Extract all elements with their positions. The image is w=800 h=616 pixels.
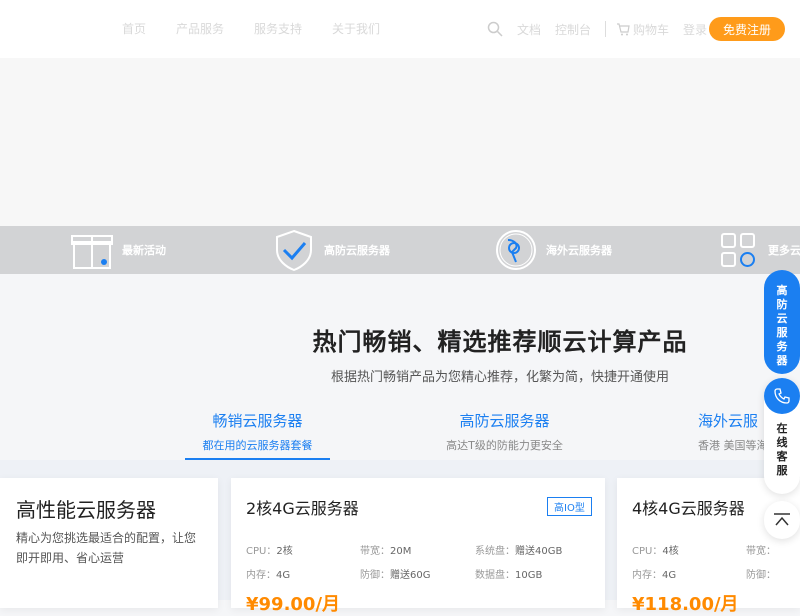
nav-home[interactable]: 首页 [122, 20, 146, 37]
hero-banner [0, 58, 800, 226]
phone-icon-wrap [764, 378, 800, 414]
tab-bestseller[interactable]: 畅销云服务器 都在用的云服务器套餐 [185, 410, 330, 460]
top-header: 首页 产品服务 服务支持 关于我们 文档 控制台 购物车 登录 免费注册 [0, 0, 800, 58]
card-title: 2核4G云服务器 [246, 499, 359, 518]
intro-card: 高性能云服务器 精心为您挑选最适合的配置，让您即开即用、省心运营 [0, 478, 218, 608]
main-nav: 首页 产品服务 服务支持 关于我们 [122, 20, 410, 37]
nav-support[interactable]: 服务支持 [254, 20, 302, 37]
header-divider [605, 21, 607, 37]
header-actions: 文档 控制台 购物车 登录 [487, 18, 707, 40]
quicknav-ddos-server[interactable]: 高防云服务器 [272, 226, 390, 274]
side-service-label: 在线客服 [776, 422, 788, 477]
product-card[interactable]: 2核4G云服务器 高IO型 CPU：2核 带宽：20M 系统盘：赠送40GB 内… [231, 478, 605, 615]
gift-icon [71, 235, 113, 269]
spec-bandwidth: 带宽：20M [360, 546, 412, 557]
side-ddos-server[interactable]: 高防云服务器 [764, 270, 800, 374]
spec-memory: 内存：4G [246, 570, 291, 581]
intro-title: 高性能云服务器 [16, 498, 156, 522]
spec-cpu: CPU：4核 [632, 546, 679, 557]
product-card[interactable]: 4核4G云服务器 CPU：4核 带宽： 内存：4G 防御： ¥118.00/月 [617, 478, 800, 615]
tab-ddos[interactable]: 高防云服务器 高达T级的防能力更安全 [432, 410, 577, 460]
spec-bandwidth: 带宽： [746, 546, 776, 557]
side-float-label: 高防云服务器 [776, 284, 788, 367]
spec-defense: 防御：赠送60G [360, 570, 431, 581]
grid-icon [721, 233, 755, 267]
spec-data-disk: 数据盘：10GB [475, 570, 543, 581]
quicknav-overseas-server[interactable]: 海外云服务器 [494, 226, 612, 274]
console-link[interactable]: 控制台 [555, 21, 591, 38]
card-badge: 高IO型 [547, 497, 592, 516]
quick-nav-bar: 最新活动 高防云服务器 海外云服务器 更多云 [0, 226, 800, 274]
spec-defense: 防御： [746, 570, 776, 581]
spec-memory: 内存：4G [632, 570, 677, 581]
nav-products[interactable]: 产品服务 [176, 20, 224, 37]
cart-icon[interactable] [616, 22, 630, 36]
card-price: ¥99.00/月 [246, 594, 341, 615]
section-title: 热门畅销、精选推荐顺云计算产品 [312, 328, 688, 356]
side-online-service[interactable]: 在线客服 [764, 378, 800, 494]
quicknav-label: 最新活动 [122, 244, 166, 257]
shield-check-icon [276, 229, 312, 272]
cart-link[interactable]: 购物车 [633, 21, 669, 38]
register-button[interactable]: 免费注册 [709, 17, 785, 41]
back-to-top-icon [774, 513, 790, 526]
quicknav-label: 更多云 [768, 244, 800, 257]
intro-desc: 精心为您挑选最适合的配置，让您即开即用、省心运营 [16, 531, 197, 565]
quicknav-activities[interactable]: 最新活动 [70, 226, 166, 274]
search-icon[interactable] [487, 21, 503, 37]
nav-about[interactable]: 关于我们 [332, 20, 380, 37]
tab-title: 畅销云服务器 [212, 412, 303, 430]
spec-cpu: CPU：2核 [246, 546, 293, 557]
back-to-top-button[interactable] [764, 501, 800, 539]
card-title: 4核4G云服务器 [632, 499, 745, 518]
quicknav-label: 海外云服务器 [546, 244, 612, 257]
login-link[interactable]: 登录 [683, 21, 707, 38]
tab-desc: 高达T级的防能力更安全 [446, 439, 563, 452]
cloud-logo-icon[interactable] [22, 10, 78, 48]
card-price: ¥118.00/月 [632, 594, 739, 615]
section-subtitle: 根据热门畅销产品为您精心推荐，化繁为简，快捷开通使用 [330, 370, 669, 385]
quicknav-more[interactable]: 更多云 [716, 226, 800, 274]
phone-icon [774, 388, 790, 404]
spec-system-disk: 系统盘：赠送40GB [475, 546, 563, 557]
tab-desc: 都在用的云服务器套餐 [202, 439, 313, 452]
globe-icon [496, 230, 536, 270]
tab-title: 高防云服务器 [459, 412, 550, 430]
docs-link[interactable]: 文档 [517, 21, 541, 38]
quicknav-label: 高防云服务器 [324, 244, 390, 257]
